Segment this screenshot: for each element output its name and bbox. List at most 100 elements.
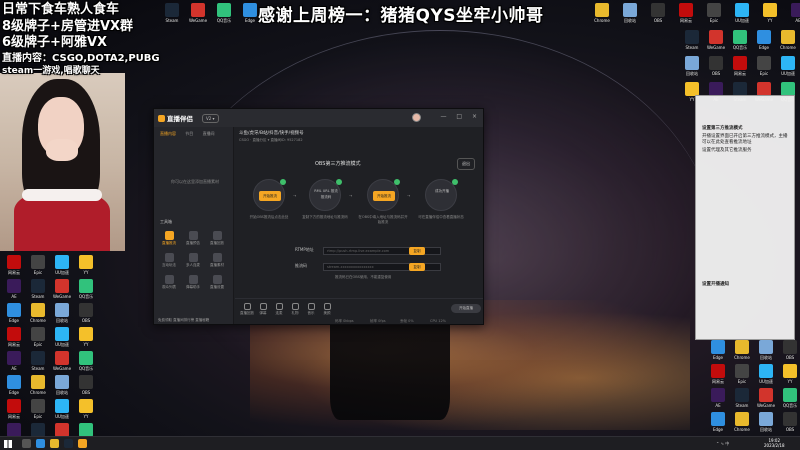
desktop-icon[interactable]: Chrome bbox=[26, 375, 50, 395]
toolbox-item[interactable]: 直播回放 bbox=[206, 231, 228, 246]
streaming-app-window[interactable]: 直播伴侣 V2 ▾ — □ × 直播内容 节目 直播间 你可以在这里添加直播素材… bbox=[153, 108, 484, 325]
tab-content[interactable]: 直播内容 bbox=[160, 131, 176, 136]
desktop-icon[interactable]: Epic bbox=[26, 327, 50, 347]
desktop-icon[interactable]: YY bbox=[74, 327, 98, 347]
desktop-icon[interactable]: UU加速 bbox=[730, 3, 754, 23]
taskbar-clock[interactable]: 19:02 2023/2/18 bbox=[764, 438, 785, 448]
desktop-icon[interactable]: YY bbox=[778, 364, 800, 384]
tab-program[interactable]: 节目 bbox=[185, 131, 193, 136]
desktop-icon[interactable]: Chrome bbox=[730, 412, 754, 432]
toolbox-item[interactable]: 弹幕助手 bbox=[182, 275, 204, 290]
desktop-icon[interactable]: UU加速 bbox=[50, 399, 74, 419]
desktop-icon[interactable]: 网易云 bbox=[728, 56, 752, 76]
desktop-icon[interactable]: 回收站 bbox=[50, 375, 74, 395]
windows-start-icon[interactable] bbox=[4, 440, 12, 448]
left-bottom-links[interactable]: 免费领取 直播间排行榜 直播秘籍 bbox=[158, 318, 209, 323]
toolbox-item[interactable]: 直播预告 bbox=[182, 231, 204, 246]
obs-step-label[interactable]: 开始推流 bbox=[259, 191, 281, 201]
system-tray[interactable]: ⌃ ∿ 中 bbox=[716, 441, 729, 447]
desktop-icon[interactable]: Chrome bbox=[590, 3, 614, 23]
desktop-icon[interactable]: Steam bbox=[160, 3, 184, 23]
desktop-icon[interactable]: Chrome bbox=[26, 303, 50, 323]
desktop-icon[interactable]: UU加速 bbox=[50, 327, 74, 347]
desktop-icon[interactable]: WeGame bbox=[50, 279, 74, 299]
desktop-icon[interactable]: 回收站 bbox=[754, 412, 778, 432]
toolbox-item[interactable]: 直播设置 bbox=[206, 275, 228, 290]
desktop-icon[interactable]: YY bbox=[74, 255, 98, 275]
desktop-icon[interactable]: 回收站 bbox=[50, 303, 74, 323]
desktop-icon[interactable]: WeGame bbox=[186, 3, 210, 23]
desktop-icon[interactable]: QQ音乐 bbox=[74, 279, 98, 299]
desktop-icon[interactable]: 回收站 bbox=[618, 3, 642, 23]
desktop-icon[interactable]: YY bbox=[74, 399, 98, 419]
desktop-icon[interactable]: AE bbox=[2, 279, 26, 299]
desktop-icon[interactable]: AE bbox=[786, 3, 800, 23]
taskbar-edge-icon[interactable] bbox=[36, 439, 45, 448]
toolbox-item[interactable]: 直播素材 bbox=[206, 253, 228, 268]
exit-mode-button[interactable]: 退出 bbox=[457, 158, 475, 170]
desktop-icon[interactable]: Edge bbox=[706, 340, 730, 360]
taskbar-steam-icon[interactable] bbox=[64, 439, 73, 448]
desktop-icon[interactable]: Steam bbox=[26, 279, 50, 299]
toolbox-item[interactable]: 多人连麦 bbox=[182, 253, 204, 268]
desktop-icon[interactable]: OBS bbox=[778, 340, 800, 360]
desktop-icon[interactable]: 回收站 bbox=[754, 340, 778, 360]
desktop-icon[interactable]: Edge bbox=[2, 375, 26, 395]
desktop-icon[interactable]: AE bbox=[706, 388, 730, 408]
desktop-icon[interactable]: Edge bbox=[706, 412, 730, 432]
version-badge[interactable]: V2 ▾ bbox=[202, 114, 219, 123]
taskbar-explorer-icon[interactable] bbox=[50, 439, 59, 448]
desktop-icon[interactable]: OBS bbox=[778, 412, 800, 432]
user-avatar[interactable] bbox=[412, 113, 421, 122]
desktop-icon[interactable]: Steam bbox=[26, 351, 50, 371]
desktop-icon[interactable]: Epic bbox=[730, 364, 754, 384]
copy-rtmp-button[interactable]: 复制 bbox=[409, 247, 425, 255]
desktop-icon[interactable]: OBS bbox=[74, 303, 98, 323]
toolbox-item[interactable]: 互动玩法 bbox=[158, 253, 180, 268]
desktop-icon[interactable]: QQ音乐 bbox=[212, 3, 236, 23]
desktop-icon[interactable]: OBS bbox=[704, 56, 728, 76]
start-live-button[interactable]: 开始直播 bbox=[451, 304, 481, 313]
desktop-icon[interactable]: Epic bbox=[26, 255, 50, 275]
desktop-icon[interactable]: Steam bbox=[730, 388, 754, 408]
desktop-icon[interactable]: WeGame bbox=[704, 30, 728, 50]
desktop-icon[interactable]: WeGame bbox=[754, 388, 778, 408]
desktop-icon[interactable]: 网易云 bbox=[674, 3, 698, 23]
desktop-icon[interactable]: 网易云 bbox=[2, 327, 26, 347]
desktop-icon[interactable]: Chrome bbox=[730, 340, 754, 360]
desktop-icon[interactable]: Steam bbox=[680, 30, 704, 50]
desktop-icon[interactable]: 网易云 bbox=[2, 255, 26, 275]
desktop-icon[interactable]: AE bbox=[2, 351, 26, 371]
tool-label: 弹幕助手 bbox=[186, 285, 200, 289]
desktop-icon[interactable]: QQ音乐 bbox=[728, 30, 752, 50]
window-controls[interactable]: — □ × bbox=[440, 113, 481, 120]
room-meta[interactable]: CSGO · 直播分区 ▾ 直播间ID: 9527182 bbox=[239, 138, 303, 143]
desktop-icon[interactable]: 回收站 bbox=[680, 56, 704, 76]
taskbar-streaming-app-icon[interactable] bbox=[78, 439, 87, 448]
bottom-tool[interactable]: 美颜 bbox=[317, 303, 337, 316]
toolbox-item[interactable]: 直播推流 bbox=[158, 231, 180, 246]
desktop-icon[interactable]: YY bbox=[758, 3, 782, 23]
desktop-icon[interactable]: OBS bbox=[646, 3, 670, 23]
desktop-icon[interactable]: WeGame bbox=[50, 351, 74, 371]
desktop-icon[interactable]: QQ音乐 bbox=[778, 388, 800, 408]
desktop-icon[interactable]: 网易云 bbox=[2, 399, 26, 419]
desktop-icon[interactable]: Edge bbox=[752, 30, 776, 50]
taskbar-search-icon[interactable] bbox=[22, 439, 31, 448]
desktop-icon[interactable]: Edge bbox=[2, 303, 26, 323]
desktop-icon[interactable]: Chrome bbox=[776, 30, 800, 50]
obs-step-label[interactable]: 开始推流 bbox=[373, 191, 395, 201]
desktop-icon[interactable]: Epic bbox=[702, 3, 726, 23]
toolbox-item[interactable]: 观众列表 bbox=[158, 275, 180, 290]
desktop-icon[interactable]: UU加速 bbox=[50, 255, 74, 275]
app-title-bar[interactable]: 直播伴侣 V2 ▾ — □ × bbox=[154, 109, 483, 127]
desktop-icon[interactable]: UU加速 bbox=[754, 364, 778, 384]
desktop-icon[interactable]: Epic bbox=[26, 399, 50, 419]
desktop-icon[interactable]: 网易云 bbox=[706, 364, 730, 384]
desktop-icon[interactable]: QQ音乐 bbox=[74, 351, 98, 371]
desktop-icon[interactable]: Epic bbox=[752, 56, 776, 76]
desktop-icon[interactable]: UU加速 bbox=[776, 56, 800, 76]
tab-room[interactable]: 直播间 bbox=[203, 131, 215, 136]
desktop-icon[interactable]: OBS bbox=[74, 375, 98, 395]
copy-stream-key-button[interactable]: 复制 bbox=[409, 263, 425, 271]
